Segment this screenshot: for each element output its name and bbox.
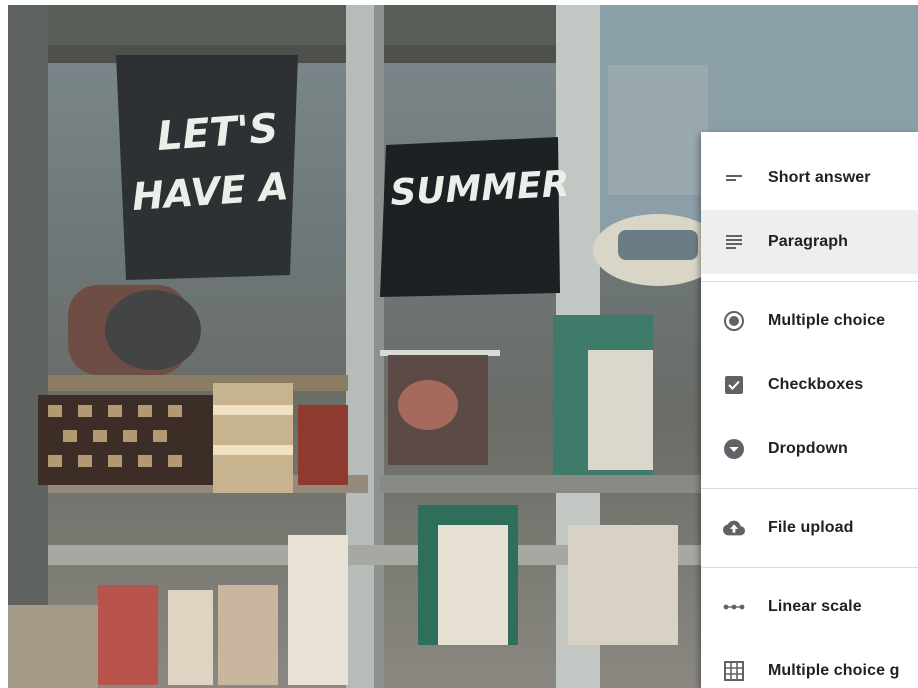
short-answer-icon [723, 167, 745, 189]
radio-icon [723, 310, 745, 332]
menu-item-label: Multiple choice g [768, 662, 900, 679]
menu-item-label: File upload [768, 519, 854, 536]
grid-icon [723, 660, 745, 682]
dropdown-icon [723, 438, 745, 460]
menu-item-linear-scale[interactable]: Linear scale [701, 575, 918, 639]
sign-left-line-1: LET'S [155, 106, 279, 160]
menu-item-checkboxes[interactable]: Checkboxes [701, 353, 918, 417]
paragraph-icon [723, 231, 745, 253]
menu-item-dropdown[interactable]: Dropdown [701, 417, 918, 481]
menu-item-label: Checkboxes [768, 376, 864, 393]
menu-divider [701, 567, 918, 568]
menu-item-file-upload[interactable]: File upload [701, 496, 918, 560]
checkbox-icon [723, 374, 745, 396]
cloud-upload-icon [723, 517, 745, 539]
menu-item-label: Multiple choice [768, 312, 886, 329]
menu-item-label: Dropdown [768, 440, 848, 457]
menu-item-multiple-choice-g[interactable]: Multiple choice g [701, 639, 918, 688]
menu-item-label: Short answer [768, 169, 871, 186]
menu-item-paragraph[interactable]: Paragraph [701, 210, 918, 274]
menu-item-label: Paragraph [768, 233, 849, 250]
question-type-menu: Short answer Paragraph Multiple choice Chec… [701, 132, 918, 688]
menu-item-multiple-choice[interactable]: Multiple choice [701, 289, 918, 353]
linear-scale-icon [723, 596, 745, 618]
menu-item-label: Linear scale [768, 598, 862, 615]
menu-divider [701, 281, 918, 282]
menu-item-short-answer[interactable]: Short answer [701, 146, 918, 210]
menu-divider [701, 488, 918, 489]
